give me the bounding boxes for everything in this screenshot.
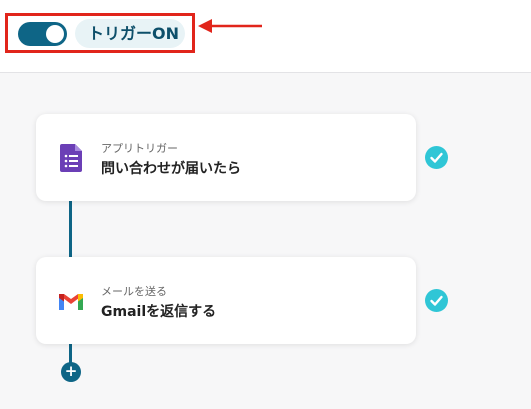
- top-bar: トリガーON: [0, 0, 531, 73]
- google-forms-icon: [60, 144, 82, 172]
- step-complete-check-icon: [425, 146, 448, 169]
- step-type-label: メールを送る: [101, 285, 167, 298]
- flow-step-trigger[interactable]: アプリトリガー 問い合わせが届いたら: [36, 114, 416, 201]
- add-step-button[interactable]: +: [61, 362, 81, 382]
- step-type-label: アプリトリガー: [101, 142, 178, 155]
- flow-step-action[interactable]: メールを送る Gmailを返信する: [36, 257, 416, 344]
- annotation-arrow-icon: [198, 19, 262, 33]
- step-title: 問い合わせが届いたら: [101, 161, 241, 177]
- gmail-icon: [59, 294, 83, 310]
- step-complete-check-icon: [425, 289, 448, 312]
- annotation-highlight-box: [5, 13, 195, 53]
- step-title: Gmailを返信する: [101, 304, 217, 320]
